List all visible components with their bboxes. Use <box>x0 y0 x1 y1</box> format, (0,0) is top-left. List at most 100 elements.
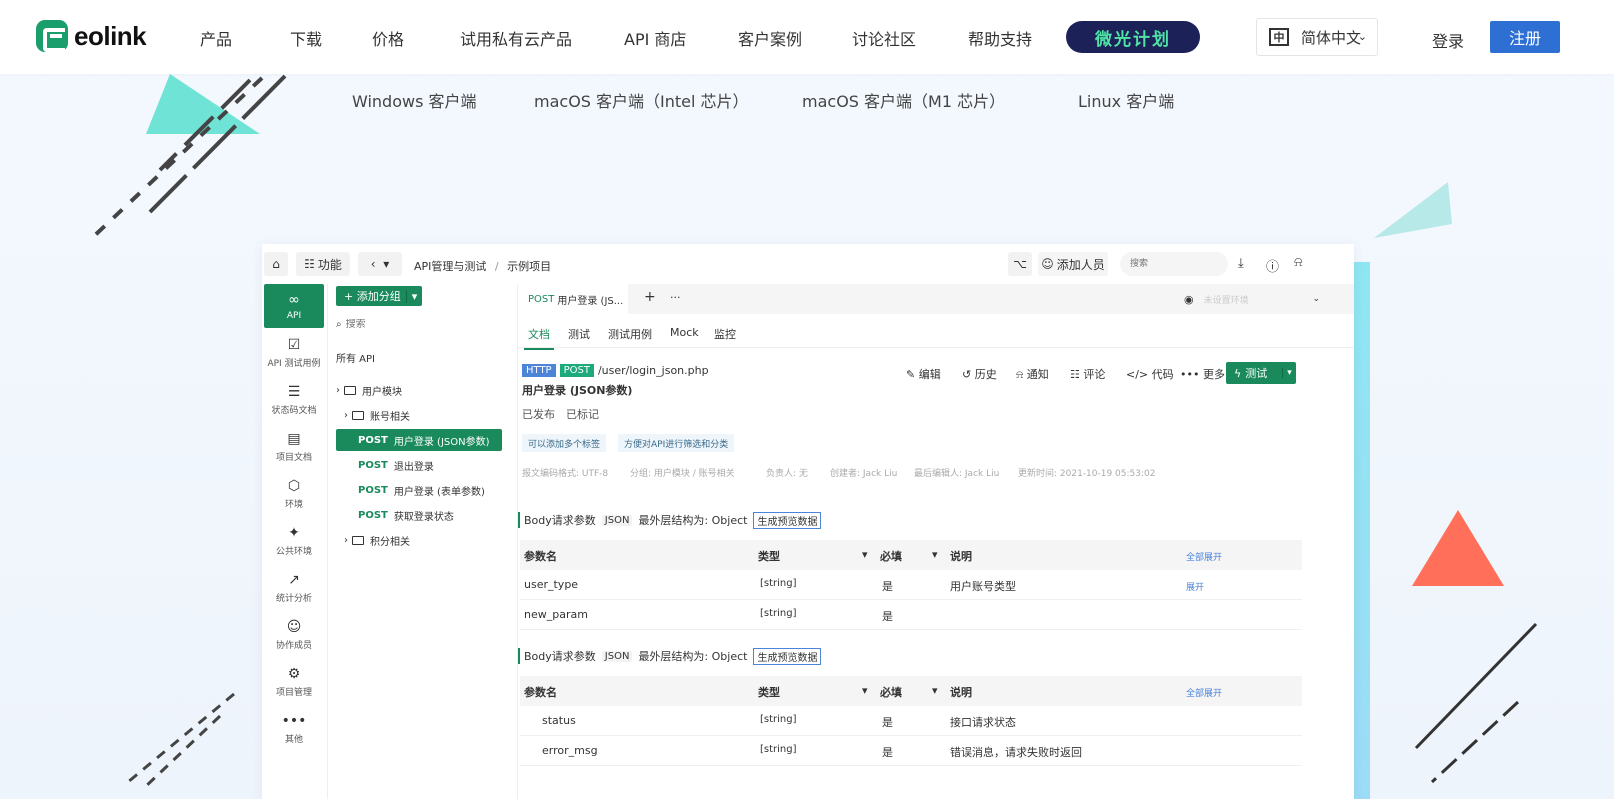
subtab-test[interactable]: 测试 <box>568 326 590 342</box>
sidebar-item-project-settings[interactable]: ⚙ 项目管理 <box>264 660 324 704</box>
sidebar-item-members[interactable]: ☺ 协作成员 <box>264 613 324 657</box>
history-button[interactable]: ↺ 历史 <box>962 366 997 382</box>
brand-logo[interactable]: eolink <box>36 20 147 52</box>
download-macos-m1[interactable]: macOS 客户端（M1 芯片） <box>802 88 1005 112</box>
pencil-icon: ✎ <box>906 368 916 381</box>
chevron-down-icon: ⌄ <box>1312 294 1320 304</box>
subtab-monitor[interactable]: 监控 <box>714 326 736 342</box>
tab-api-login-json[interactable]: POST 用户登录 (JS... <box>518 284 628 314</box>
expand-all-link[interactable]: 全部展开 <box>1186 686 1222 699</box>
download-linux[interactable]: Linux 客户端 <box>1078 88 1174 112</box>
help-icon[interactable]: ⓘ <box>1266 256 1279 275</box>
edit-button[interactable]: ✎ 编辑 <box>906 366 941 382</box>
more-button[interactable]: ••• 更多 <box>1180 366 1225 382</box>
sidebar-item-statistics[interactable]: ↗ 统计分析 <box>264 566 324 610</box>
nav-item-download[interactable]: 下载 <box>290 26 322 50</box>
subtab-test-cases[interactable]: 测试用例 <box>608 326 652 342</box>
nav-item-products[interactable]: 产品 <box>200 26 232 50</box>
tree-folder-account[interactable]: › 账号相关 <box>336 404 508 426</box>
sidebar-item-status-codes[interactable]: ☰ 状态码文档 <box>264 378 324 422</box>
global-search-input[interactable] <box>1120 252 1228 276</box>
notify-button[interactable]: ⍾ 通知 <box>1016 366 1049 382</box>
language-select[interactable]: 中 简体中文 ⌄ <box>1256 18 1378 56</box>
login-link[interactable]: 登录 <box>1432 28 1464 52</box>
generate-preview-button[interactable]: 生成预览数据 <box>753 511 822 529</box>
tree-search[interactable]: ⌕ <box>336 314 508 334</box>
nav-item-pricing[interactable]: 价格 <box>372 26 404 50</box>
download-windows[interactable]: Windows 客户端 <box>352 88 477 112</box>
param-name: error_msg <box>542 744 598 757</box>
add-member-button[interactable]: ☺ 添加人员 <box>1038 252 1108 276</box>
param-name: new_param <box>524 608 588 621</box>
breadcrumb-project[interactable]: 示例项目 <box>507 260 551 273</box>
status-marked[interactable]: 已标记 <box>566 406 599 422</box>
param-required: 是 <box>882 746 893 759</box>
environment-select[interactable]: ◉ 未设置环境 ⌄ <box>1184 288 1320 310</box>
cube-icon: ⬡ <box>287 478 301 494</box>
sort-caret-icon[interactable]: ▾ <box>932 684 938 697</box>
meta-updated: 更新时间: 2021-10-19 05:53:02 <box>1018 469 1156 479</box>
back-dropdown[interactable]: ‹ ▾ <box>358 252 402 276</box>
search-icon: ⌕ <box>336 318 342 330</box>
comment-button[interactable]: ☷ 评论 <box>1070 366 1105 382</box>
folder-icon <box>344 385 356 395</box>
tree-api-login-form[interactable]: POST 用户登录 (表单参数) <box>336 479 508 501</box>
home-icon[interactable]: ⌂ <box>264 252 288 276</box>
tree-folder-points[interactable]: › 积分相关 <box>336 529 508 551</box>
comment-icon: ☷ <box>1070 368 1080 381</box>
breadcrumb-module[interactable]: API管理与测试 <box>414 260 486 273</box>
sidebar-item-label: 状态码文档 <box>271 406 317 416</box>
code-button[interactable]: </> 代码 <box>1126 366 1174 382</box>
tree-all-api[interactable]: 所有 API <box>336 346 508 368</box>
sidebar-item-test-cases[interactable]: ☑ API 测试用例 <box>264 331 324 375</box>
add-group-button[interactable]: + 添加分组 ▾ <box>336 286 422 306</box>
sidebar-item-api[interactable]: ∞ API <box>264 284 324 328</box>
generate-preview-button[interactable]: 生成预览数据 <box>753 647 822 665</box>
download-macos-intel[interactable]: macOS 客户端（Intel 芯片） <box>534 88 749 112</box>
sort-caret-icon[interactable]: ▾ <box>862 684 868 697</box>
subtab-mock[interactable]: Mock <box>670 326 699 339</box>
nav-item-community[interactable]: 讨论社区 <box>852 26 916 50</box>
subtab-docs[interactable]: 文档 <box>524 326 554 350</box>
bell-icon[interactable]: ⍾ <box>1294 255 1303 270</box>
nav-item-api-store[interactable]: API 商店 <box>624 26 686 50</box>
sort-caret-icon[interactable]: ▾ <box>862 548 868 561</box>
param-name: status <box>542 714 576 727</box>
tree-api-logout[interactable]: POST 退出登录 <box>336 454 508 476</box>
bolt-icon: ϟ <box>1234 366 1242 380</box>
sidebar-item-project-docs[interactable]: ▤ 项目文档 <box>264 425 324 469</box>
sidebar-item-other[interactable]: ••• 其他 <box>264 707 324 751</box>
sidebar-item-public-env[interactable]: ✦ 公共环境 <box>264 519 324 563</box>
folder-label: 账号相关 <box>370 411 410 423</box>
status-published[interactable]: 已发布 <box>522 406 555 422</box>
api-tag[interactable]: 可以添加多个标签 <box>522 434 607 452</box>
signup-button[interactable]: 注册 <box>1490 21 1560 53</box>
download-icon[interactable]: ⤓ <box>1238 256 1244 271</box>
more-tabs-icon[interactable]: ··· <box>670 291 681 304</box>
tree-api-login-status[interactable]: POST 获取登录状态 <box>336 504 508 526</box>
api-path: /user/login_json.php <box>597 364 709 377</box>
functions-button[interactable]: ☷ 功能 <box>296 252 350 276</box>
history-label: 历史 <box>974 368 997 381</box>
tree-search-input[interactable] <box>345 318 486 330</box>
expand-row-link[interactable]: 展开 <box>1186 580 1204 593</box>
code-icon: </> <box>1126 368 1149 381</box>
sort-caret-icon[interactable]: ▾ <box>932 548 938 561</box>
edit-label: 编辑 <box>918 368 941 381</box>
tree-folder-user-module[interactable]: › 用户模块 <box>336 379 508 401</box>
nav-item-cases[interactable]: 客户案例 <box>738 26 802 50</box>
col-param-name: 参数名 <box>524 686 557 699</box>
nav-item-private-cloud[interactable]: 试用私有云产品 <box>460 26 572 50</box>
sidebar-item-label: 公共环境 <box>275 547 312 557</box>
plus-icon[interactable]: + <box>644 289 656 305</box>
test-button[interactable]: ϟ 测试 ▾ <box>1226 362 1296 384</box>
api-tag[interactable]: 方便对API进行筛选和分类 <box>618 434 735 452</box>
share-icon[interactable]: ⌥ <box>1008 252 1032 276</box>
api-name: 用户登录 (表单参数) <box>393 486 485 498</box>
col-required: 必填 <box>880 686 902 699</box>
sidebar-item-environment[interactable]: ⬡ 环境 <box>264 472 324 516</box>
plan-button[interactable]: 微光计划 <box>1066 21 1200 53</box>
tree-api-login-json[interactable]: POST 用户登录 (JSON参数) <box>336 429 502 451</box>
expand-all-link[interactable]: 全部展开 <box>1186 550 1222 563</box>
nav-item-help[interactable]: 帮助支持 <box>968 26 1032 50</box>
